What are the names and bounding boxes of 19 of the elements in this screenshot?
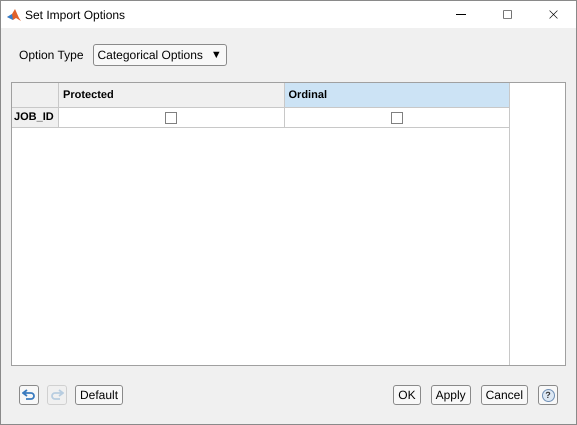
dialog-button[interactable]: Cancel: [480, 385, 528, 405]
default-button[interactable]: Default: [75, 385, 124, 405]
undo-arrow-icon: [22, 389, 36, 401]
option-type-label: Option Type: [19, 47, 84, 64]
dialog-button[interactable]: OK: [393, 385, 421, 405]
checkbox[interactable]: [165, 112, 178, 124]
logo-icon: [7, 8, 21, 22]
minimize-icon: [456, 14, 466, 15]
maximize-icon: [502, 9, 512, 20]
checkbox[interactable]: [390, 112, 403, 124]
help-button[interactable]: ?: [538, 385, 558, 405]
dialog-button[interactable]: Apply: [430, 385, 471, 405]
column-header[interactable]: Protected: [59, 83, 284, 107]
row-header: JOB_ID: [12, 108, 59, 127]
redo-arrow-icon: [50, 389, 64, 401]
column-header[interactable]: Ordinal: [284, 83, 509, 107]
undo-button[interactable]: [19, 385, 39, 405]
option-type-dropdown[interactable]: Categorical Options ▼: [92, 44, 227, 66]
window-title: Set Import Options: [25, 6, 126, 24]
